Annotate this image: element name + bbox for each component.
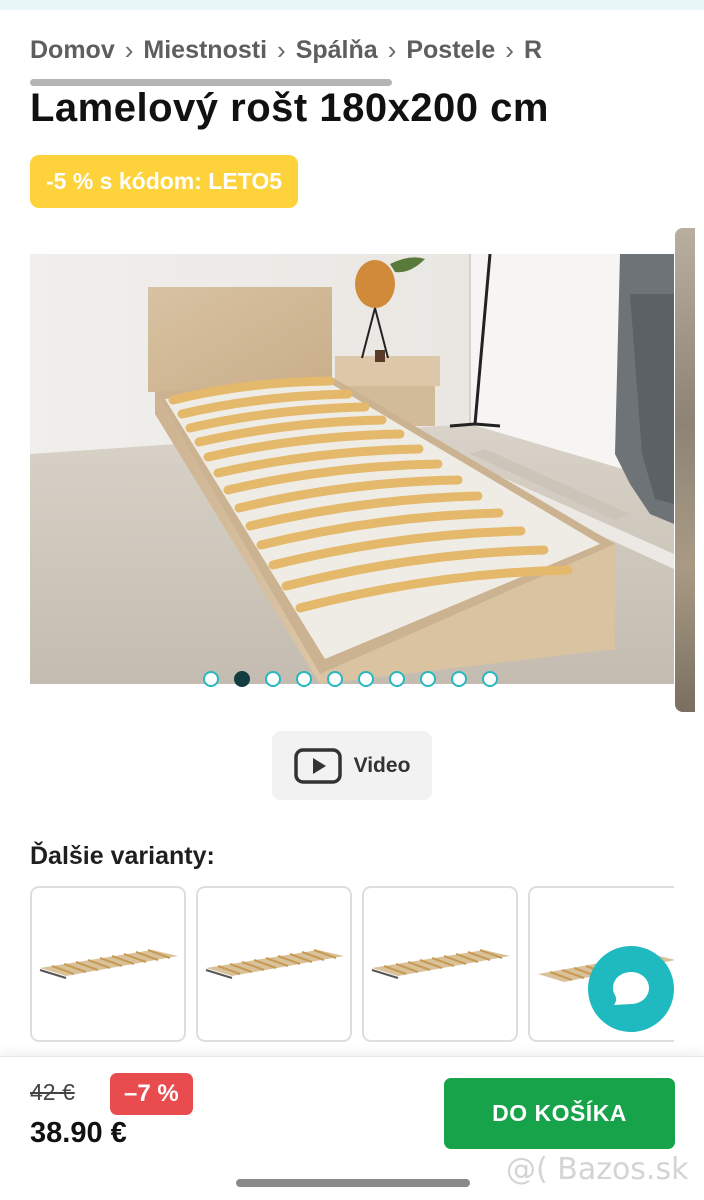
home-indicator[interactable] <box>236 1179 470 1187</box>
breadcrumb-beds[interactable]: Postele <box>406 36 495 65</box>
chat-button[interactable] <box>588 946 674 1032</box>
variants-title: Ďalšie varianty: <box>30 842 215 870</box>
breadcrumb: Domov › Miestnosti › Spálňa › Postele › … <box>30 30 704 70</box>
gallery-dot[interactable] <box>265 671 281 687</box>
gallery-dot[interactable] <box>327 671 343 687</box>
variant-image <box>371 949 510 979</box>
variant-card[interactable] <box>30 886 186 1042</box>
variant-image <box>205 949 344 979</box>
breadcrumb-bedroom[interactable]: Spálňa <box>296 36 378 65</box>
breadcrumb-rooms[interactable]: Miestnosti <box>143 36 267 65</box>
chevron-right-icon: › <box>387 34 397 65</box>
variant-card[interactable] <box>362 886 518 1042</box>
gallery-dot-active[interactable] <box>234 671 250 687</box>
bazos-watermark: @( Bazos.sk <box>506 1152 689 1187</box>
top-strip <box>0 0 704 10</box>
video-button[interactable]: Video <box>272 731 432 800</box>
chevron-right-icon: › <box>124 34 134 65</box>
breadcrumb-scrollbar[interactable] <box>30 79 392 86</box>
gallery-dot[interactable] <box>203 671 219 687</box>
add-to-cart-button[interactable]: DO KOŠÍKA <box>444 1078 675 1149</box>
variants-carousel <box>30 886 674 1044</box>
variant-image <box>39 949 178 979</box>
gallery-dot[interactable] <box>451 671 467 687</box>
product-image-gallery[interactable] <box>30 254 674 684</box>
current-price: 38.90 € <box>30 1117 127 1149</box>
gallery-dot[interactable] <box>420 671 436 687</box>
breadcrumb-home[interactable]: Domov <box>30 36 115 65</box>
variant-card[interactable] <box>196 886 352 1042</box>
old-price: 42 € <box>30 1079 75 1105</box>
gallery-dot[interactable] <box>482 671 498 687</box>
chat-bubble-icon <box>613 972 649 1005</box>
gallery-dot[interactable] <box>296 671 312 687</box>
video-button-label: Video <box>353 753 411 777</box>
breadcrumb-slatted-frames[interactable]: R <box>524 36 542 65</box>
chevron-right-icon: › <box>505 34 514 65</box>
gallery-dot[interactable] <box>389 671 405 687</box>
chevron-right-icon: › <box>277 34 286 65</box>
discount-badge: –7 % <box>110 1073 193 1115</box>
gallery-dot[interactable] <box>358 671 374 687</box>
promo-code-badge: -5 % s kódom: LETO5 <box>30 155 299 208</box>
next-image-peek[interactable] <box>675 228 695 712</box>
product-image <box>30 254 674 684</box>
play-icon <box>293 747 342 784</box>
gallery-pagination <box>203 671 498 687</box>
purchase-bar: 42 € –7 % 38.90 € DO KOŠÍKA @( Bazos.sk <box>0 1056 704 1200</box>
page-title: Lamelový rošt 180x200 cm <box>30 86 549 130</box>
